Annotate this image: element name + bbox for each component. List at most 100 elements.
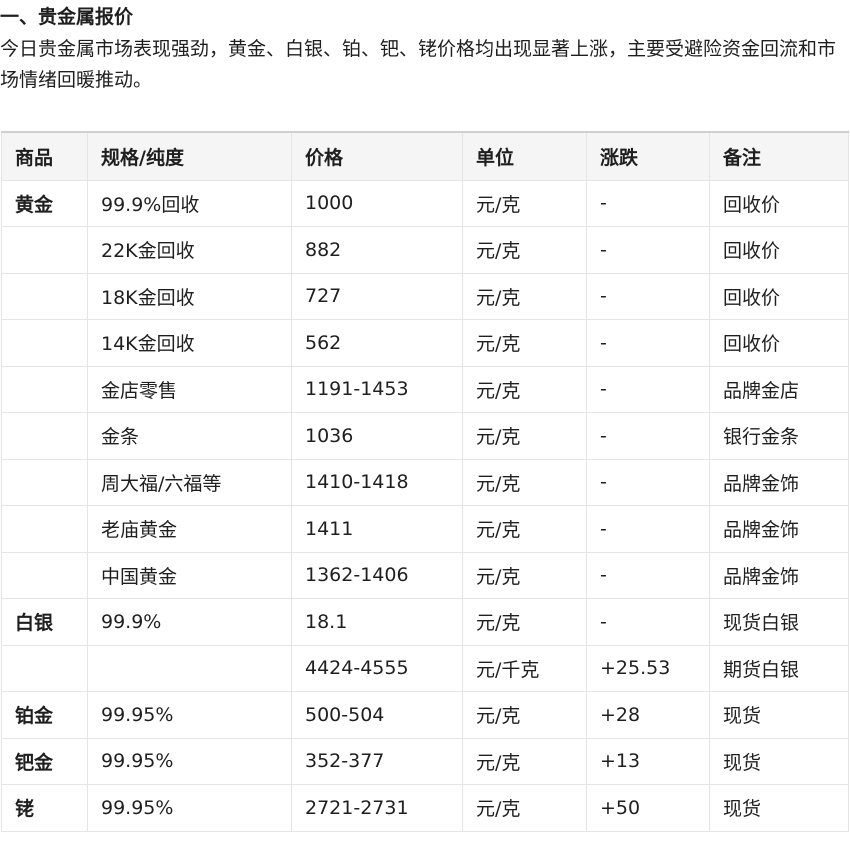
- cell-spec: 中国黄金: [87, 551, 292, 599]
- cell-spec: 99.9%: [87, 598, 292, 646]
- cell-price: 882: [291, 226, 463, 274]
- cell-note: 回收价: [709, 272, 849, 320]
- cell-unit: 元/克: [462, 412, 587, 460]
- table-row: 白银 99.9% 18.1 元/克 - 现货白银: [1, 598, 849, 646]
- header-row: 商品 规格/纯度 价格 单位 涨跌 备注: [1, 131, 849, 181]
- cell-unit: 元/克: [462, 272, 587, 320]
- table-row: 周大福/六福等 1410-1418 元/克 - 品牌金饰: [1, 458, 849, 506]
- table-row: 4424-4555 元/千克 +25.53 期货白银: [1, 644, 849, 692]
- cell-product: 白银: [1, 598, 88, 646]
- cell-product: [1, 551, 88, 599]
- cell-change: +13: [586, 737, 710, 785]
- cell-change: -: [586, 179, 710, 227]
- cell-price: 352-377: [291, 737, 463, 785]
- cell-spec: 金条: [87, 412, 292, 460]
- cell-unit: 元/克: [462, 691, 587, 739]
- cell-spec: 18K金回收: [87, 272, 292, 320]
- cell-note: 期货白银: [709, 644, 849, 692]
- table-row: 老庙黄金 1411 元/克 - 品牌金饰: [1, 505, 849, 553]
- cell-note: 品牌金店: [709, 365, 849, 413]
- cell-unit: 元/克: [462, 226, 587, 274]
- cell-product: [1, 644, 88, 692]
- table-row: 中国黄金 1362-1406 元/克 - 品牌金饰: [1, 551, 849, 599]
- cell-spec: 金店零售: [87, 365, 292, 413]
- cell-note: 银行金条: [709, 412, 849, 460]
- cell-note: 品牌金饰: [709, 505, 849, 553]
- cell-note: 现货白银: [709, 598, 849, 646]
- cell-price: 562: [291, 319, 463, 367]
- cell-unit: 元/克: [462, 784, 587, 832]
- cell-note: 现货: [709, 691, 849, 739]
- cell-unit: 元/克: [462, 319, 587, 367]
- cell-unit: 元/克: [462, 505, 587, 553]
- table-row: 钯金 99.95% 352-377 元/克 +13 现货: [1, 737, 849, 785]
- table-row: 22K金回收 882 元/克 - 回收价: [1, 226, 849, 274]
- cell-change: -: [586, 412, 710, 460]
- cell-change: -: [586, 458, 710, 506]
- cell-change: -: [586, 272, 710, 320]
- intro-paragraph: 今日贵金属市场表现强劲，黄金、白银、铂、钯、铑价格均出现显著上涨，主要受避险资金…: [0, 38, 837, 91]
- cell-unit: 元/克: [462, 365, 587, 413]
- cell-price: 4424-4555: [291, 644, 463, 692]
- cell-note: 品牌金饰: [709, 458, 849, 506]
- header-product: 商品: [1, 131, 88, 181]
- cell-price: 1191-1453: [291, 365, 463, 413]
- section-title: 一、贵金属报价: [0, 6, 134, 28]
- cell-spec: 14K金回收: [87, 319, 292, 367]
- cell-product: 铂金: [1, 691, 88, 739]
- cell-unit: 元/克: [462, 551, 587, 599]
- cell-price: 500-504: [291, 691, 463, 739]
- cell-spec: 99.95%: [87, 784, 292, 832]
- cell-note: 现货: [709, 784, 849, 832]
- table-row: 铂金 99.95% 500-504 元/克 +28 现货: [1, 691, 849, 739]
- cell-change: -: [586, 365, 710, 413]
- header-unit: 单位: [462, 131, 587, 181]
- header-change: 涨跌: [586, 131, 710, 181]
- cell-change: -: [586, 505, 710, 553]
- cell-spec: 22K金回收: [87, 226, 292, 274]
- cell-unit: 元/千克: [462, 644, 587, 692]
- cell-unit: 元/克: [462, 179, 587, 227]
- cell-product: [1, 226, 88, 274]
- cell-price: 1410-1418: [291, 458, 463, 506]
- table-body: 黄金 99.9%回收 1000 元/克 - 回收价 22K金回收 882 元/克 - 回收价 18K金…: [1, 179, 849, 832]
- cell-note: 品牌金饰: [709, 551, 849, 599]
- cell-note: 回收价: [709, 179, 849, 227]
- cell-unit: 元/克: [462, 598, 587, 646]
- header-spec: 规格/纯度: [87, 131, 292, 181]
- cell-price: 1362-1406: [291, 551, 463, 599]
- cell-unit: 元/克: [462, 737, 587, 785]
- table-row: 金条 1036 元/克 - 银行金条: [1, 412, 849, 460]
- cell-price: 727: [291, 272, 463, 320]
- cell-product: [1, 505, 88, 553]
- table-row: 黄金 99.9%回收 1000 元/克 - 回收价: [1, 179, 849, 227]
- cell-change: +25.53: [586, 644, 710, 692]
- cell-spec: [87, 644, 292, 692]
- header-price: 价格: [291, 131, 463, 181]
- cell-change: -: [586, 551, 710, 599]
- cell-change: -: [586, 319, 710, 367]
- cell-product: [1, 412, 88, 460]
- cell-note: 回收价: [709, 319, 849, 367]
- cell-note: 现货: [709, 737, 849, 785]
- cell-spec: 老庙黄金: [87, 505, 292, 553]
- cell-product: [1, 319, 88, 367]
- cell-spec: 99.9%回收: [87, 179, 292, 227]
- table-row: 18K金回收 727 元/克 - 回收价: [1, 272, 849, 320]
- cell-change: -: [586, 226, 710, 274]
- cell-product: 黄金: [1, 179, 88, 227]
- cell-spec: 周大福/六福等: [87, 458, 292, 506]
- cell-product: 钯金: [1, 737, 88, 785]
- cell-unit: 元/克: [462, 458, 587, 506]
- cell-change: +50: [586, 784, 710, 832]
- cell-price: 18.1: [291, 598, 463, 646]
- cell-price: 1411: [291, 505, 463, 553]
- cell-spec: 99.95%: [87, 691, 292, 739]
- cell-note: 回收价: [709, 226, 849, 274]
- price-table: 商品 规格/纯度 价格 单位 涨跌 备注 黄金 99.9%回收 1000 元/克 - 回收…: [1, 131, 849, 832]
- header-note: 备注: [709, 131, 849, 181]
- cell-price: 1036: [291, 412, 463, 460]
- cell-change: +28: [586, 691, 710, 739]
- cell-product: 铑: [1, 784, 88, 832]
- cell-product: [1, 272, 88, 320]
